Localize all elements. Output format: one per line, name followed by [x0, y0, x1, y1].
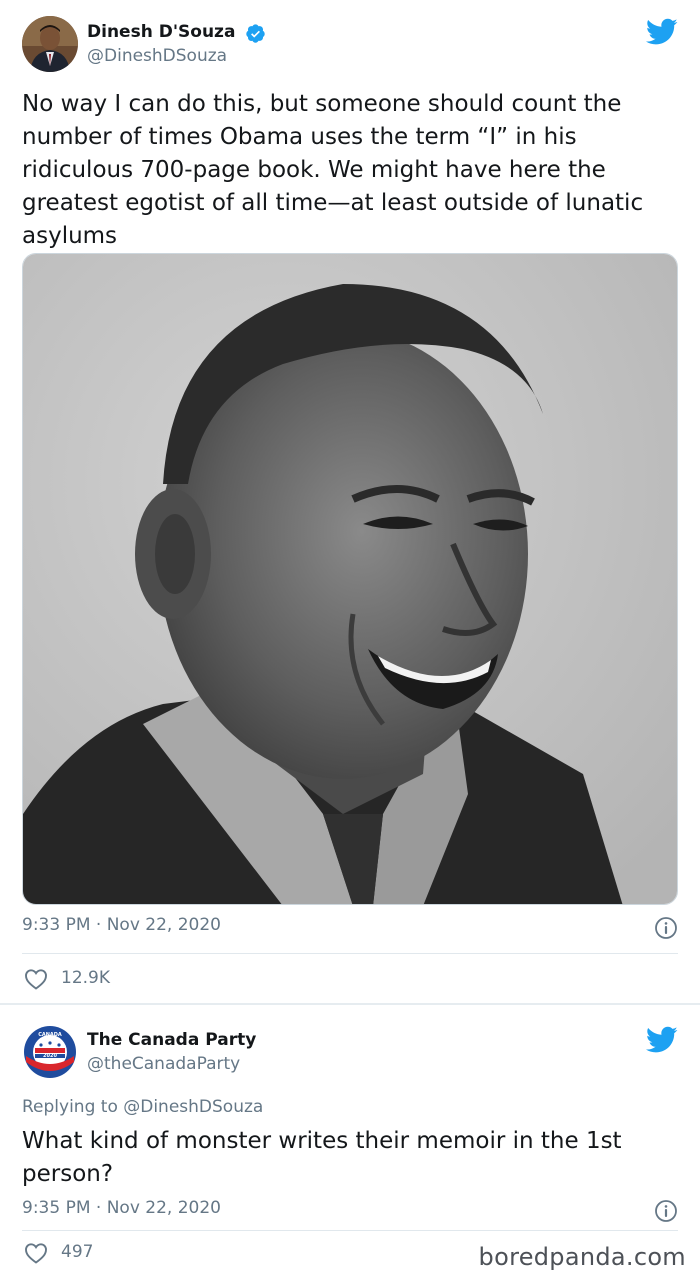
author-name[interactable]: The Canada Party: [87, 1030, 256, 1050]
twitter-bird-icon[interactable]: [646, 18, 678, 46]
like-count: 497: [61, 1242, 94, 1262]
heart-icon[interactable]: [24, 968, 48, 990]
heart-icon[interactable]: [24, 1242, 48, 1264]
author-handle[interactable]: @theCanadaParty: [87, 1054, 240, 1074]
info-icon[interactable]: [654, 916, 678, 940]
tweet-timestamp[interactable]: 9:33 PM · Nov 22, 2020: [22, 915, 221, 935]
tweet-photo-portrait[interactable]: [22, 253, 678, 905]
avatar-dinesh-dsouza[interactable]: [22, 16, 78, 72]
author-name[interactable]: Dinesh D'Souza: [87, 22, 235, 42]
info-icon[interactable]: [654, 1199, 678, 1223]
tweet-text: What kind of monster writes their memoir…: [22, 1128, 622, 1187]
svg-text:2020: 2020: [43, 1053, 57, 1059]
tweet-timestamp[interactable]: 9:35 PM · Nov 22, 2020: [22, 1198, 221, 1218]
twitter-bird-icon[interactable]: [646, 1026, 678, 1054]
tweet-text: No way I can do this, but someone should…: [22, 91, 644, 249]
replying-to[interactable]: Replying to @DineshDSouza: [22, 1097, 263, 1117]
svg-text:CANADA: CANADA: [38, 1032, 62, 1038]
boredpanda-watermark: boredpanda.com: [478, 1243, 686, 1271]
verified-badge-icon: [246, 24, 265, 43]
author-handle[interactable]: @DineshDSouza: [87, 46, 227, 66]
divider: [22, 953, 678, 954]
like-count: 12.9K: [61, 968, 110, 988]
divider: [22, 1230, 678, 1231]
avatar-canada-party-seal[interactable]: CANADA 2020: [22, 1024, 78, 1080]
tweet-card-dsouza: Dinesh D'Souza @DineshDSouza No way I ca…: [0, 0, 700, 1003]
